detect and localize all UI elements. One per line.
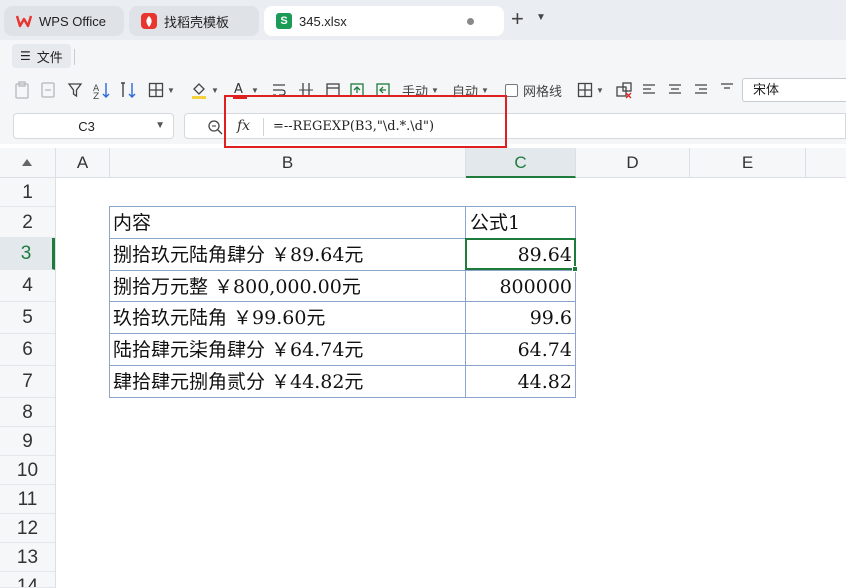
row-header-1[interactable]: 1 <box>0 178 55 207</box>
sort-descending-icon[interactable] <box>120 80 138 100</box>
format-painter-icon[interactable] <box>40 80 56 100</box>
new-tab-plus-icon[interactable]: + <box>511 8 524 30</box>
row-header-bar: 1 2 3 4 5 6 7 8 9 10 11 12 13 14 <box>0 178 56 588</box>
fill-handle[interactable] <box>572 266 578 272</box>
row-header-12[interactable]: 12 <box>0 514 55 543</box>
name-box[interactable]: C3 ▼ <box>13 113 174 139</box>
tab-list-chevron-down-icon[interactable]: ▼ <box>536 12 546 23</box>
row-header-8[interactable]: 8 <box>0 398 55 427</box>
paint-bucket-icon <box>192 83 206 99</box>
font-name-select[interactable]: 宋体 <box>742 78 846 102</box>
hamburger-icon: ☰ <box>20 49 31 63</box>
cell-b7[interactable]: 肆拾肆元捌角贰分 ￥44.82元 <box>113 367 363 397</box>
tab-docer-templates[interactable]: 找稻壳模板 <box>129 6 259 36</box>
row-header-7[interactable]: 7 <box>0 366 55 398</box>
docer-icon <box>141 13 157 29</box>
divider <box>74 49 75 65</box>
cell-b6[interactable]: 陆拾肆元柒角肆分 ￥64.74元 <box>113 335 363 365</box>
tab-345-xlsx[interactable]: S 345.xlsx <box>264 6 504 36</box>
row-header-4[interactable]: 4 <box>0 270 55 302</box>
align-left-icon[interactable] <box>642 80 656 100</box>
cell-c5[interactable]: 99.6 <box>466 303 572 333</box>
table-border <box>109 365 576 366</box>
column-header-c[interactable]: C <box>466 148 576 178</box>
annotation-highlight-box <box>224 95 507 148</box>
tab-label: 找稻壳模板 <box>164 14 230 30</box>
unsaved-dot-icon <box>467 18 474 25</box>
menu-row: ☰ 文件 <box>0 40 846 72</box>
select-all-triangle-icon <box>22 159 32 166</box>
paste-icon[interactable] <box>14 80 30 100</box>
clear-format-icon[interactable] <box>615 80 633 100</box>
gridlines-checkbox[interactable]: 网格线 <box>505 80 562 100</box>
align-center-icon[interactable] <box>668 80 682 100</box>
tab-label: WPS Office <box>39 13 106 29</box>
column-header-a[interactable]: A <box>56 148 110 178</box>
cell-b3[interactable]: 捌拾玖元陆角肆分 ￥89.64元 <box>113 240 363 270</box>
cell-c4[interactable]: 800000 <box>466 272 572 302</box>
row-header-6[interactable]: 6 <box>0 334 55 366</box>
row-header-2[interactable]: 2 <box>0 207 55 238</box>
align-top-icon[interactable] <box>720 80 734 100</box>
column-header-e[interactable]: E <box>690 148 806 178</box>
select-all-corner[interactable] <box>0 148 56 178</box>
spreadsheet-s-icon: S <box>276 13 292 29</box>
align-right-icon[interactable] <box>694 80 708 100</box>
row-header-14[interactable]: 14 <box>0 572 55 588</box>
column-header-bar: A B C D E <box>0 148 846 178</box>
column-header-b[interactable]: B <box>110 148 466 178</box>
tab-label: 345.xlsx <box>299 13 347 29</box>
file-menu-button[interactable]: ☰ 文件 <box>12 44 71 68</box>
row-header-3[interactable]: 3 <box>0 238 55 270</box>
file-menu-label: 文件 <box>36 49 63 65</box>
row-header-10[interactable]: 10 <box>0 456 55 485</box>
table-grid-icon <box>577 82 593 98</box>
table-border <box>575 206 576 398</box>
row-header-5[interactable]: 5 <box>0 302 55 334</box>
table-border <box>109 206 576 207</box>
fill-color-dropdown[interactable]: ▼ <box>190 80 219 100</box>
chevron-down-icon[interactable]: ▼ <box>155 120 165 131</box>
cell-c6[interactable]: 64.74 <box>466 335 572 365</box>
cell-b5[interactable]: 玖拾玖元陆角 ￥99.60元 <box>113 303 325 333</box>
row-header-13[interactable]: 13 <box>0 543 55 572</box>
tab-bar: WPS Office 找稻壳模板 S 345.xlsx + ▼ <box>0 0 846 40</box>
cell-c2-header[interactable]: 公式1 <box>470 208 520 238</box>
wps-logo-icon <box>16 13 32 29</box>
table-border <box>109 206 110 398</box>
table-border <box>109 333 576 334</box>
row-header-9[interactable]: 9 <box>0 427 55 456</box>
column-header-d[interactable]: D <box>576 148 690 178</box>
cell-style-dropdown[interactable]: ▼ <box>577 80 604 100</box>
cell-reference: C3 <box>78 119 95 134</box>
filter-icon[interactable] <box>67 80 83 100</box>
zoom-search-icon[interactable] <box>207 119 223 138</box>
row-header-11[interactable]: 11 <box>0 485 55 514</box>
cell-c7[interactable]: 44.82 <box>466 367 572 397</box>
table-border <box>109 397 576 398</box>
borders-dropdown[interactable]: ▼ <box>148 80 175 100</box>
sort-ascending-icon[interactable]: AZ <box>93 80 111 100</box>
svg-text:Z: Z <box>93 92 99 99</box>
cell-b4[interactable]: 捌拾万元整 ￥800,000.00元 <box>113 272 361 302</box>
cell-b2-header[interactable]: 内容 <box>113 208 151 238</box>
borders-icon <box>148 82 164 98</box>
gridlines-label: 网格线 <box>523 83 563 99</box>
active-cell-selection <box>465 238 576 270</box>
tab-wps-office[interactable]: WPS Office <box>4 6 124 36</box>
table-border <box>109 270 576 271</box>
